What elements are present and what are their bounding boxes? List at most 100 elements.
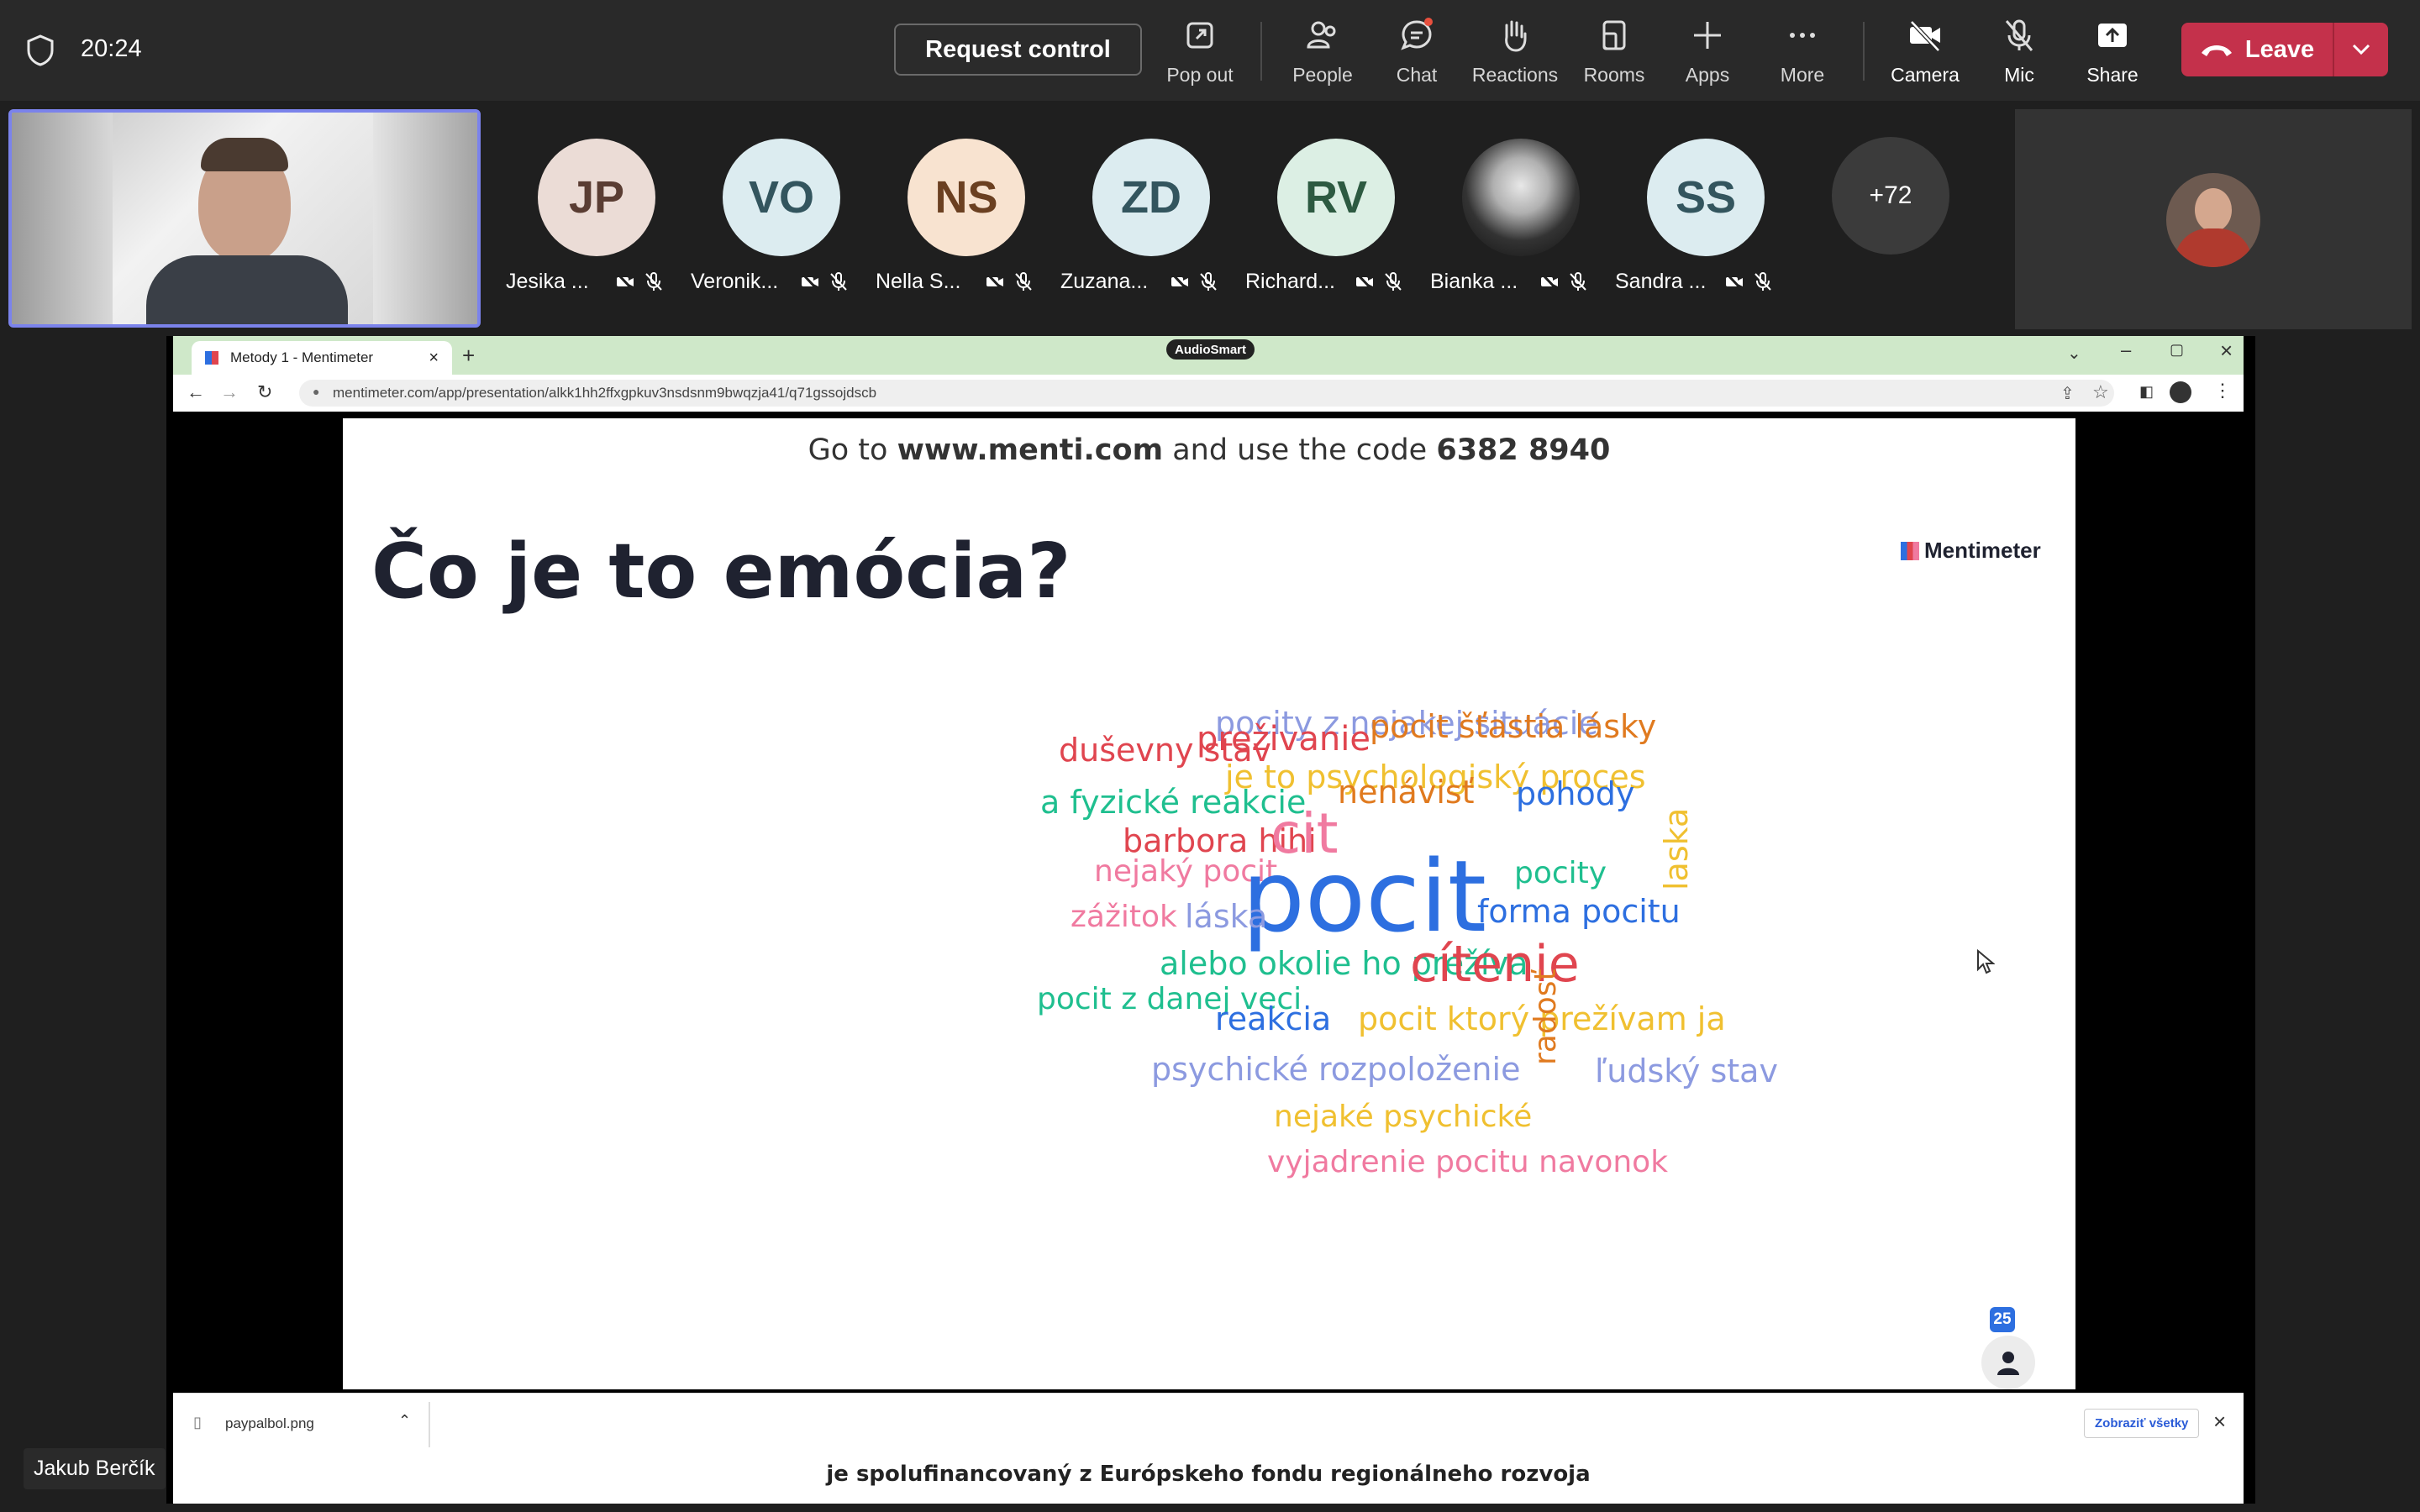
- maximize-icon[interactable]: ▢: [2170, 341, 2184, 359]
- bookmark-star-icon[interactable]: ☆: [2092, 381, 2109, 403]
- participant-tile[interactable]: SS Sandra ...: [1615, 139, 1783, 298]
- more-participants-button[interactable]: +72: [1832, 137, 1949, 255]
- request-control-button[interactable]: Request control: [894, 24, 1142, 76]
- rooms-button[interactable]: Rooms: [1568, 12, 1660, 92]
- participant-status: [1170, 271, 1218, 291]
- word-cloud-entry: reakcia: [1215, 1000, 1332, 1037]
- self-video-tile[interactable]: [8, 109, 481, 328]
- participant-status: [985, 271, 1034, 291]
- mic-button[interactable]: Mic: [1973, 12, 2065, 92]
- presenter-hair: [201, 138, 288, 171]
- participant-name: Jesika ...: [506, 270, 589, 293]
- share-label: Share: [2086, 64, 2139, 86]
- camera-off-icon: [801, 272, 819, 291]
- leave-options-button[interactable]: [2333, 23, 2388, 76]
- shared-screen: Metody 1 - Mentimeter × + AudioSmart ⌄ –…: [166, 336, 2255, 1504]
- meeting-toolbar: 20:24 Request control Pop out People Cha…: [0, 0, 2420, 101]
- mentimeter-favicon-icon: [205, 351, 218, 365]
- close-downloads-icon[interactable]: ×: [2213, 1409, 2226, 1435]
- mic-off-icon: [2005, 19, 2033, 51]
- reactions-button[interactable]: Reactions: [1469, 12, 1561, 92]
- browser-tab[interactable]: Metody 1 - Mentimeter ×: [192, 341, 452, 375]
- chat-label: Chat: [1396, 64, 1438, 86]
- show-all-downloads-button[interactable]: Zobraziť všetky: [2084, 1409, 2200, 1438]
- popout-icon: [1186, 22, 1213, 49]
- chevron-up-icon[interactable]: ⌃: [398, 1412, 411, 1430]
- download-filename[interactable]: paypalbol.png: [225, 1415, 314, 1432]
- apps-button[interactable]: Apps: [1661, 12, 1754, 92]
- downloads-bar: ▯ paypalbol.png ⌃ Zobraziť všetky ×: [173, 1393, 2244, 1455]
- share-button[interactable]: Share: [2066, 12, 2159, 92]
- word-cloud-entry: pohody: [1516, 775, 1635, 812]
- participant-status: [800, 271, 849, 291]
- participant-avatar: SS: [1647, 139, 1765, 256]
- chevron-down-icon[interactable]: ⌄: [2067, 343, 2081, 364]
- address-bar[interactable]: mentimeter.com/app/presentation/alkk1hh2…: [299, 380, 2114, 407]
- minimize-icon[interactable]: –: [2121, 339, 2131, 361]
- word-cloud-entry: pocit: [1242, 838, 1487, 954]
- lock-icon: ●: [313, 385, 320, 398]
- raise-hand-icon: [1505, 20, 1527, 52]
- word-cloud: pocity z nejakej situácie duševny stav pre…: [343, 418, 2075, 1389]
- word-cloud-entry: láska: [1185, 898, 1268, 935]
- camera-off-icon: [1355, 272, 1374, 291]
- camera-off-icon: [986, 272, 1004, 291]
- close-tab-icon[interactable]: ×: [429, 349, 439, 368]
- popout-button[interactable]: Pop out: [1154, 12, 1246, 92]
- participant-tile[interactable]: ZD Zuzana...: [1060, 139, 1228, 298]
- participant-avatar: ZD: [1092, 139, 1210, 256]
- participant-name: Bianka ...: [1430, 270, 1518, 293]
- browser-tabstrip: Metody 1 - Mentimeter × + AudioSmart ⌄ –…: [173, 336, 2244, 375]
- new-tab-icon[interactable]: +: [462, 343, 475, 369]
- participant-status: [1539, 271, 1588, 291]
- people-button[interactable]: People: [1276, 12, 1369, 92]
- profile-avatar[interactable]: [2170, 381, 2191, 403]
- leave-label: Leave: [2244, 35, 2315, 63]
- reload-icon[interactable]: ↻: [257, 381, 272, 403]
- chat-button[interactable]: Chat: [1370, 12, 1463, 92]
- kebab-menu-icon[interactable]: ⋮: [2213, 380, 2232, 402]
- browser-toolbar: ← → ↻ mentimeter.com/app/presentation/al…: [173, 375, 2244, 412]
- toolbar-divider: [1260, 22, 1262, 81]
- participant-photo: [2166, 173, 2260, 267]
- participant-tile[interactable]: NS Nella S...: [876, 139, 1044, 298]
- word-cloud-entry: a fyzické reakcie: [1040, 784, 1307, 821]
- hang-up-icon: [2201, 45, 2232, 56]
- more-button[interactable]: More: [1756, 12, 1849, 92]
- word-cloud-entry: nenávisť: [1338, 774, 1475, 811]
- participant-photo: [1462, 139, 1580, 256]
- presenter-shirt: [146, 255, 348, 324]
- apps-label: Apps: [1685, 64, 1730, 86]
- share-page-icon[interactable]: ⇪: [2060, 383, 2075, 404]
- participant-name: Zuzana...: [1060, 270, 1149, 293]
- meeting-timer: 20:24: [81, 35, 142, 62]
- participant-status: [1355, 271, 1403, 291]
- audiosmart-badge: AudioSmart: [1166, 339, 1255, 360]
- participant-tile[interactable]: VO Veronik...: [691, 139, 859, 298]
- camera-button[interactable]: Camera: [1879, 12, 1971, 92]
- pinned-video-tile[interactable]: [2015, 109, 2412, 329]
- document-footer-text: je spolufinancovaný z Európskeho fondu r…: [826, 1462, 1591, 1487]
- forward-icon[interactable]: →: [220, 381, 239, 403]
- reactions-label: Reactions: [1471, 64, 1559, 86]
- leave-main[interactable]: Leave: [2181, 23, 2333, 76]
- participant-tile[interactable]: RV Richard...: [1245, 139, 1413, 298]
- participant-tile[interactable]: Bianka ...: [1430, 139, 1598, 298]
- people-icon: [1307, 21, 1336, 49]
- camera-off-icon: [1171, 272, 1189, 291]
- close-window-icon[interactable]: ×: [2220, 338, 2233, 364]
- divider: [429, 1402, 430, 1447]
- side-panel-icon[interactable]: ◧: [2139, 383, 2154, 401]
- camera-label: Camera: [1891, 64, 1960, 86]
- back-icon[interactable]: ←: [187, 381, 205, 403]
- leave-button[interactable]: Leave: [2181, 23, 2388, 76]
- participant-tile[interactable]: JP Jesika ...: [506, 139, 674, 298]
- word-cloud-entry: nejaké psychické: [1274, 1100, 1533, 1134]
- mic-off-icon: [645, 272, 662, 291]
- popout-label: Pop out: [1166, 64, 1234, 86]
- share-screen-icon: [2098, 24, 2127, 47]
- participant-name: Richard...: [1245, 270, 1335, 293]
- word-cloud-entry: vyjadrenie pocitu navonok: [1267, 1145, 1669, 1179]
- word-cloud-entry: pocity: [1514, 856, 1607, 890]
- participant-count-button[interactable]: [1981, 1336, 2035, 1389]
